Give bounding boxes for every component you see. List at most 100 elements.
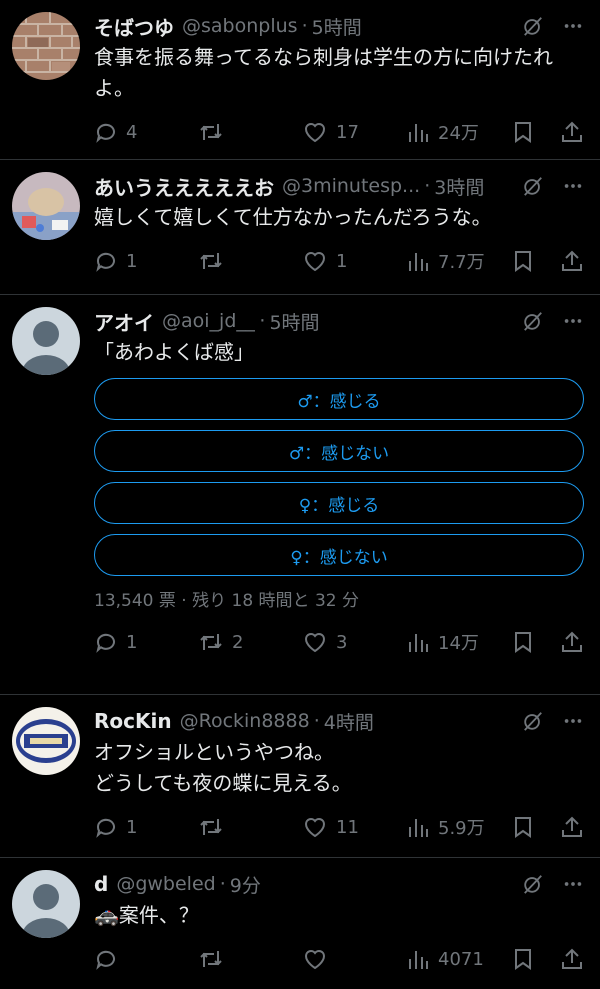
like-button[interactable]: 1	[302, 249, 406, 273]
default-avatar-icon[interactable]	[12, 307, 80, 375]
bookmark-icon	[515, 122, 531, 143]
share-button[interactable]	[560, 630, 584, 654]
separator-dot: ·	[219, 873, 226, 895]
views-count: 4071	[438, 948, 484, 970]
bookmark-button[interactable]	[512, 249, 560, 273]
reply-button[interactable]: 1	[94, 249, 198, 273]
avatar-photo[interactable]	[12, 172, 80, 240]
bookmark-button[interactable]	[512, 120, 560, 144]
like-button[interactable]: 11	[302, 815, 406, 839]
views-button[interactable]: 14万	[406, 629, 512, 655]
tweet[interactable]: あいうえええええお @3minutesp... · 3時間 嬉しくて嬉しくて仕方…	[0, 160, 600, 295]
display-name[interactable]: あいうえええええお	[94, 172, 274, 201]
default-avatar-icon[interactable]	[12, 870, 80, 938]
tweet-text: 🚓案件、？	[94, 903, 199, 927]
like-count: 1	[336, 250, 348, 272]
poll-option[interactable]: ♂：感じない	[94, 430, 584, 472]
views-icon	[409, 124, 428, 142]
tweet-text: 「あわよくば感」	[94, 340, 254, 364]
poll: ♂：感じる ♂：感じない ♀：感じる ♀：感じない 13,540 票 · 残り …	[94, 378, 584, 614]
avatar-logo[interactable]	[12, 707, 80, 775]
grok-icon[interactable]	[522, 710, 544, 732]
more-icon[interactable]	[562, 710, 584, 732]
share-button[interactable]	[560, 249, 584, 273]
views-button[interactable]: 24万	[406, 119, 512, 145]
tweet[interactable]: アオイ @aoi_jd__ · 5時間 「あわよくば感」 ♂：感じる ♂：感じな…	[0, 295, 600, 695]
timestamp[interactable]: 5時間	[269, 308, 319, 335]
retweet-button[interactable]	[198, 249, 302, 273]
views-button[interactable]: 7.7万	[406, 248, 512, 274]
like-count: 11	[336, 816, 359, 838]
retweet-button[interactable]	[198, 120, 302, 144]
share-icon	[562, 631, 582, 652]
grok-icon[interactable]	[522, 175, 544, 197]
share-button[interactable]	[560, 120, 584, 144]
display-name[interactable]: そばつゆ	[94, 12, 174, 41]
retweet-icon	[200, 634, 222, 650]
like-icon	[304, 818, 326, 838]
like-button[interactable]	[302, 947, 406, 971]
retweet-button[interactable]: 2	[198, 630, 302, 654]
more-icon[interactable]	[562, 15, 584, 37]
display-name[interactable]: アオイ	[94, 307, 154, 336]
reply-button[interactable]	[94, 947, 198, 971]
reply-button[interactable]: 4	[94, 120, 198, 144]
bookmark-button[interactable]	[512, 947, 560, 971]
like-icon	[304, 252, 326, 272]
tweet-text: 嬉しくて嬉しくて仕方なかったんだろうな。	[94, 205, 492, 229]
views-icon	[409, 951, 428, 969]
timestamp[interactable]: 9分	[230, 871, 261, 898]
reply-count: 1	[126, 631, 138, 653]
bookmark-icon	[515, 632, 531, 653]
user-handle[interactable]: @Rockin8888	[180, 710, 310, 732]
share-button[interactable]	[560, 815, 584, 839]
reply-icon	[96, 950, 115, 970]
retweet-button[interactable]	[198, 815, 302, 839]
separator-dot: ·	[259, 310, 266, 332]
more-icon[interactable]	[562, 873, 584, 895]
grok-icon[interactable]	[522, 15, 544, 37]
share-icon	[562, 816, 582, 837]
share-icon	[562, 121, 582, 142]
retweet-icon	[200, 819, 222, 835]
like-button[interactable]: 3	[302, 630, 406, 654]
separator-dot: ·	[424, 175, 431, 197]
like-button[interactable]: 17	[302, 120, 406, 144]
avatar-brick-wall[interactable]	[12, 12, 80, 80]
share-button[interactable]	[560, 947, 584, 971]
bookmark-icon	[515, 251, 531, 272]
tweet[interactable]: そばつゆ @sabonplus · 5時間 食事を振る舞ってるなら刺身は学生の方…	[0, 0, 600, 160]
reply-button[interactable]: 1	[94, 630, 198, 654]
grok-icon[interactable]	[522, 873, 544, 895]
user-handle[interactable]: @3minutesp...	[282, 175, 420, 197]
retweet-icon	[200, 951, 222, 967]
display-name[interactable]: d	[94, 872, 108, 896]
display-name[interactable]: RocKin	[94, 709, 172, 733]
timestamp[interactable]: 3時間	[434, 173, 484, 200]
more-icon[interactable]	[562, 310, 584, 332]
like-count: 17	[336, 121, 359, 143]
reply-icon	[96, 252, 115, 272]
views-button[interactable]: 5.9万	[406, 814, 512, 840]
retweet-button[interactable]	[198, 947, 302, 971]
user-handle[interactable]: @sabonplus	[182, 15, 298, 37]
reply-button[interactable]: 1	[94, 815, 198, 839]
timestamp[interactable]: 4時間	[324, 708, 374, 735]
poll-option[interactable]: ♀：感じる	[94, 482, 584, 524]
views-button[interactable]: 4071	[406, 947, 512, 971]
more-icon[interactable]	[562, 175, 584, 197]
share-icon	[562, 948, 582, 969]
like-count: 3	[336, 631, 348, 653]
user-handle[interactable]: @gwbeled	[116, 873, 215, 895]
bookmark-button[interactable]	[512, 630, 560, 654]
tweet[interactable]: d @gwbeled · 9分 🚓案件、？ 4071	[0, 858, 600, 989]
tweet[interactable]: RocKin @Rockin8888 · 4時間 オフショルというやつね。 どう…	[0, 695, 600, 858]
timestamp[interactable]: 5時間	[312, 13, 362, 40]
reply-icon	[96, 123, 115, 143]
views-icon	[409, 634, 428, 652]
bookmark-button[interactable]	[512, 815, 560, 839]
grok-icon[interactable]	[522, 310, 544, 332]
poll-option[interactable]: ♀：感じない	[94, 534, 584, 576]
poll-option[interactable]: ♂：感じる	[94, 378, 584, 420]
user-handle[interactable]: @aoi_jd__	[162, 310, 255, 332]
